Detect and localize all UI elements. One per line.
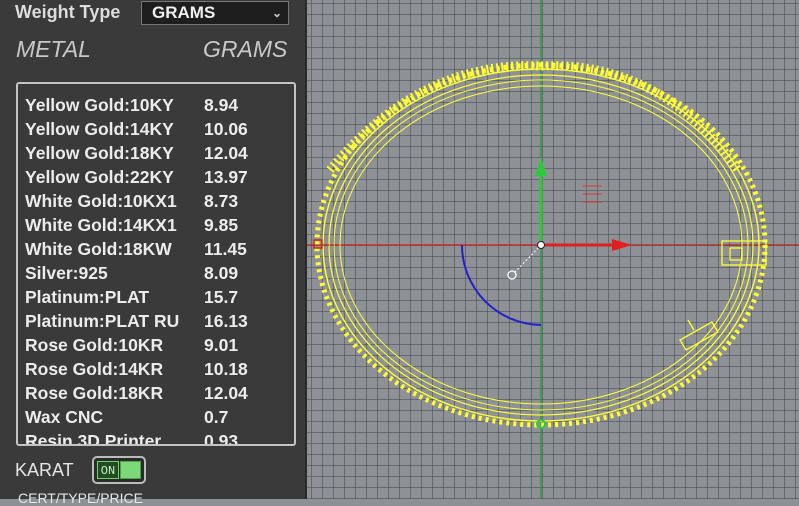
chevron-down-icon: ⌄: [271, 6, 282, 20]
gumball-handle-circle: [507, 270, 517, 280]
toggle-on-label: ON: [97, 461, 119, 479]
gumball-x-arrowhead: [612, 239, 632, 251]
gumball-dotted-guide: [514, 244, 542, 273]
column-header-metal: METAL: [16, 36, 91, 62]
viewport-3d[interactable]: [307, 0, 799, 499]
weight-type-label: Weight Type: [15, 2, 121, 22]
viewport-canvas: [307, 0, 799, 499]
clasp-right: [679, 240, 767, 351]
gumball-scale-handle: [583, 185, 602, 203]
karat-toggle[interactable]: ON: [92, 456, 146, 484]
column-header-grams: GRAMS: [203, 36, 288, 62]
gumball-origin: [537, 241, 545, 249]
toggle-knob: [120, 461, 141, 479]
karat-label: KARAT: [15, 460, 74, 480]
bottom-cut-label: CERT/TYPE/PRICE: [18, 490, 143, 506]
metal-weight-list[interactable]: Yellow Gold:10KY 8.94 Yellow Gold:14KY 10.…: [16, 82, 296, 446]
weight-panel: Weight Type GRAMS ⌄ METAL GRAMS Yellow G…: [0, 0, 307, 506]
weight-type-dropdown[interactable]: GRAMS ⌄: [141, 1, 289, 25]
weight-type-value: GRAMS: [152, 3, 216, 22]
gumball-y-arrowhead: [535, 157, 547, 176]
